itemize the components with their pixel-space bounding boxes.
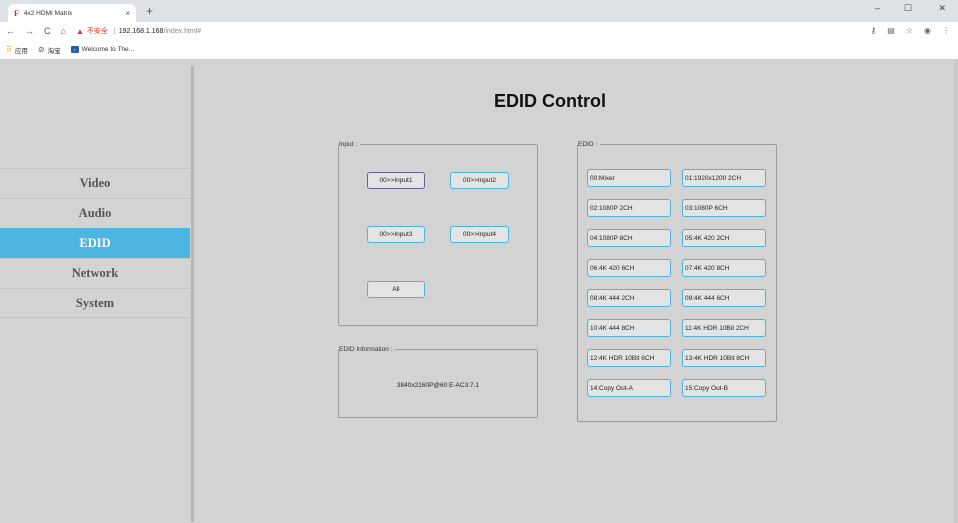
new-tab-button[interactable]: + [146,4,153,18]
bookmarks-bar: ⠿ 应用 ⊘ 淘宝 ▪ Welcome to The... [0,40,958,60]
edid-panel-legend: EDID : [578,140,601,149]
edid-option-11[interactable]: 11:4K HDR 10Bit 2CH [682,319,766,337]
edid-option-04[interactable]: 04:1080P 8CH [587,229,671,247]
input-panel: Input : 00>>Input1 00>>Input2 00>>Input3… [338,140,538,326]
bookmark-star-icon[interactable]: ☆ [906,26,913,35]
minimize-icon[interactable]: – [875,3,880,13]
edid-option-03[interactable]: 03:1080P 6CH [682,199,766,217]
input3-edid-button[interactable]: 00>>Input3 [367,226,425,243]
insecure-label: 不安全 [86,28,108,35]
edid-information-legend: EDID Information : [339,345,396,354]
tab-close-icon[interactable]: × [125,9,130,18]
window-close-icon[interactable]: ✕ [938,3,946,14]
sidebar-item-network[interactable]: Network [0,258,190,288]
blocked-icon: ⊘ [37,45,45,54]
key-icon[interactable]: ⚷ [870,26,876,35]
sidebar-menu: Video Audio EDID Network System [0,168,190,318]
edid-option-12[interactable]: 12:4K HDR 10Bit 6CH [587,349,671,367]
bookmark-apps[interactable]: ⠿ 应用 [6,45,28,55]
apps-grid-icon: ⠿ [6,45,12,54]
url-separator: | [113,27,116,35]
url-host: 192.168.1.168 [118,27,164,35]
edid-information-value: 3840x2160P@60 E-AC3:7.1 [396,382,480,389]
address-bar-row: ← → C ⌂ ▲ 不安全 | 192.168.1.168 /index.htm… [0,22,958,40]
page-scrollbar[interactable] [954,60,958,523]
edid-information-panel: EDID Information : 3840x2160P@60 E-AC3:7… [338,345,538,418]
edid-option-09[interactable]: 09:4K 444 6CH [682,289,766,307]
panel-border-line [395,349,537,350]
panel-border-line [600,144,776,145]
edid-option-02[interactable]: 02:1080P 2CH [587,199,671,217]
sidebar-divider [191,66,194,522]
sidebar-item-audio[interactable]: Audio [0,198,190,228]
edid-option-07[interactable]: 07:4K 420 8CH [682,259,766,277]
sidebar-item-system[interactable]: System [0,288,190,318]
sidebar: Video Audio EDID Network System [0,60,190,523]
back-icon[interactable]: ← [6,26,15,36]
sidebar-item-video[interactable]: Video [0,168,190,198]
url-path: /index.html# [163,27,202,35]
translate-icon[interactable]: ▤ [887,26,895,35]
bookmark-welcome[interactable]: ▪ Welcome to The... [70,46,135,53]
edid-option-00[interactable]: 00:Mixer [587,169,671,187]
bookmark-label: 淘宝 [47,47,61,55]
edid-option-08[interactable]: 08:4K 444 2CH [587,289,671,307]
edid-option-05[interactable]: 05:4K 420 2CH [682,229,766,247]
bookmark-label: 应用 [14,47,28,55]
input-panel-legend: Input : [339,140,361,149]
edid-option-13[interactable]: 13:4K HDR 10Bit 8CH [682,349,766,367]
menu-kebab-icon[interactable]: ⋮ [942,26,950,35]
site-favicon-icon: F [14,8,19,18]
warning-icon: ▲ [75,26,84,36]
bookmark-taobao[interactable]: ⊘ 淘宝 [38,45,61,55]
input1-edid-button[interactable]: 00>>Input1 [367,172,425,189]
edid-option-06[interactable]: 06:4K 420 6CH [587,259,671,277]
url-field[interactable]: ▲ 不安全 | 192.168.1.168 /index.html# [76,26,201,36]
site-favicon-icon: ▪ [70,46,79,53]
edid-option-01[interactable]: 01:1920x1200 2CH [682,169,766,187]
browser-tab[interactable]: F 4x2 HDMI Matrix × [8,4,136,22]
browser-tab-strip: F 4x2 HDMI Matrix × + – ☐ ✕ [0,0,958,22]
reload-icon[interactable]: C [44,26,51,36]
page-title: EDID Control [494,91,606,111]
forward-icon[interactable]: → [25,26,34,36]
sidebar-item-edid[interactable]: EDID [0,228,190,258]
edid-panel: EDID : 00:Mixer 01:1920x1200 2CH 02:1080… [577,140,777,422]
home-icon[interactable]: ⌂ [61,26,66,36]
browser-toolbar-right: ⚷ ▤ ☆ ◉ ⋮ [870,26,950,35]
edid-option-14[interactable]: 14:Copy Out-A [587,379,671,397]
input2-edid-button[interactable]: 00>>Input2 [450,172,509,189]
bookmark-label: Welcome to The... [81,46,135,53]
input4-edid-button[interactable]: 00>>Input4 [450,226,509,243]
tab-title: 4x2 HDMI Matrix [23,9,73,17]
all-inputs-button[interactable]: All [367,281,425,298]
maximize-icon[interactable]: ☐ [904,3,912,14]
page-content: Video Audio EDID Network System EDID Con… [0,60,958,523]
edid-option-10[interactable]: 10:4K 444 8CH [587,319,671,337]
profile-icon[interactable]: ◉ [924,26,931,35]
edid-option-15[interactable]: 15:Copy Out-B [682,379,766,397]
panel-border-line [360,144,537,145]
